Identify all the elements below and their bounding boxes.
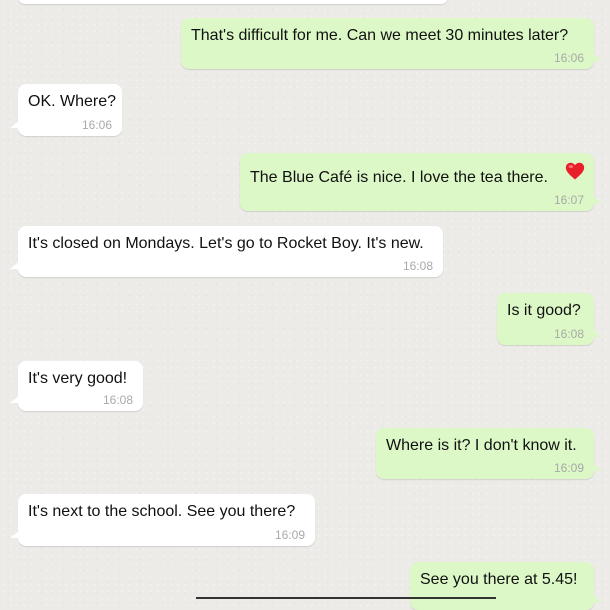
outgoing-message-bubble: Is it good? 16:08 [497, 293, 602, 345]
chat-conversation: That's difficult for me. Can we meet 30 … [0, 0, 610, 610]
heart-icon [565, 162, 585, 180]
outgoing-message-bubble: That's difficult for me. Can we meet 30 … [181, 18, 602, 69]
outgoing-message-bubble: Where is it? I don't know it. 16:09 [376, 428, 602, 479]
message-text: It's next to the school. See you there? [28, 503, 296, 520]
message-text: Where is it? I don't know it. [386, 437, 577, 454]
outgoing-message-bubble: See you there at 5.45! [410, 562, 602, 610]
message-text: See you there at 5.45! [420, 571, 578, 588]
message-timestamp: 16:09 [274, 528, 305, 542]
message-text: That's difficult for me. Can we meet 30 … [191, 27, 569, 44]
message-text: Is it good? [507, 302, 581, 319]
partial-incoming-message-bubble [18, 0, 448, 4]
message-timestamp: 16:09 [553, 461, 584, 475]
message-text: OK. Where? [28, 93, 117, 110]
message-text: It's closed on Mondays. Let's go to Rock… [28, 235, 424, 252]
message-text: The Blue Café is nice. I love the tea th… [250, 169, 548, 186]
outgoing-message-bubble: The Blue Café is nice. I love the tea th… [240, 153, 602, 211]
message-timestamp: 16:07 [553, 193, 584, 207]
incoming-message-bubble: OK. Where? 16:06 [10, 84, 122, 136]
incoming-message-bubble: It's closed on Mondays. Let's go to Rock… [10, 226, 443, 277]
message-text: It's very good! [28, 370, 128, 387]
incoming-message-bubble: It's very good! 16:08 [10, 361, 143, 411]
message-timestamp: 16:06 [81, 118, 112, 132]
message-timestamp: 16:08 [102, 393, 133, 407]
message-timestamp: 16:08 [402, 259, 433, 273]
message-timestamp: 16:06 [553, 51, 584, 65]
message-timestamp: 16:08 [553, 327, 584, 341]
incoming-message-bubble: It's next to the school. See you there? … [10, 494, 315, 546]
